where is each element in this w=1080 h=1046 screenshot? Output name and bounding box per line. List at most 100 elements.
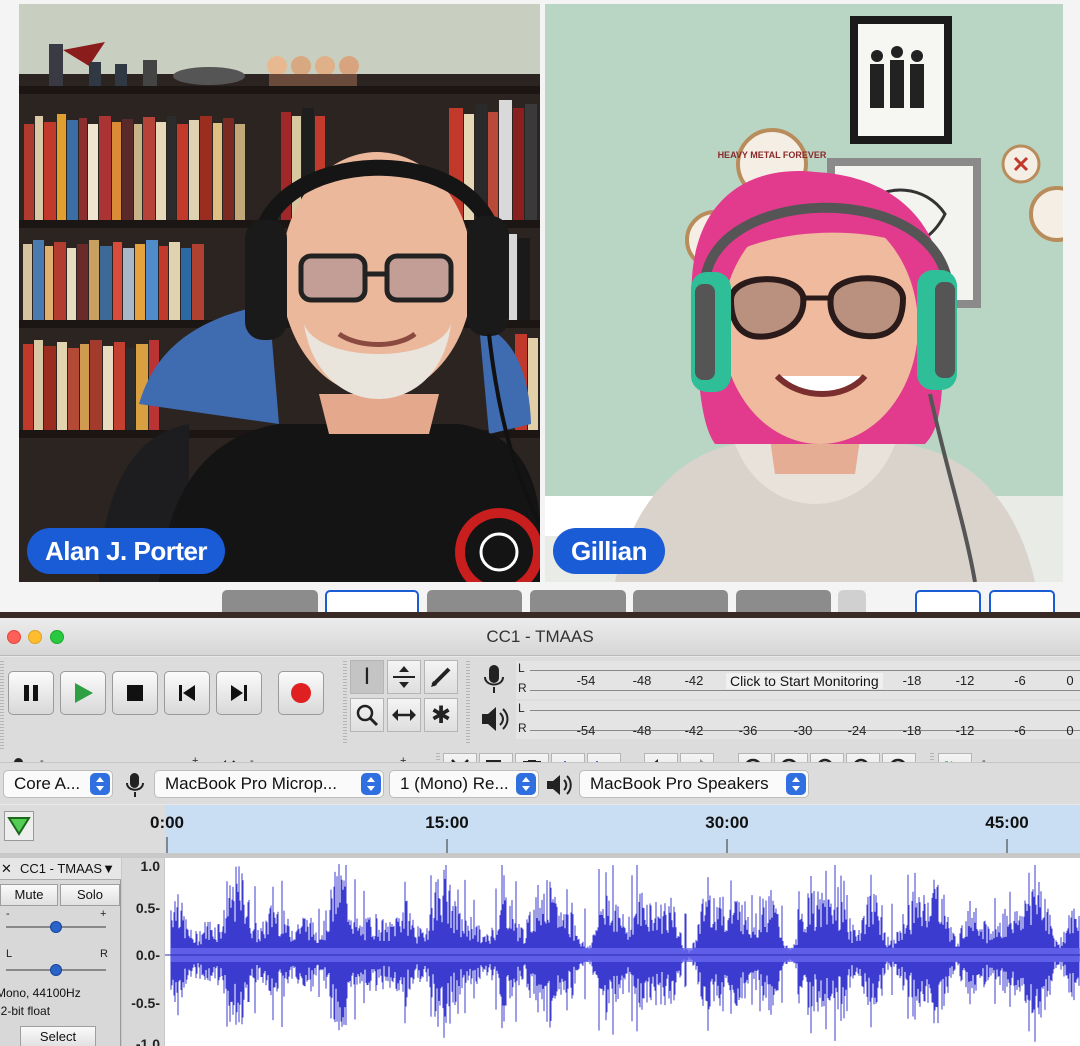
speaker-icon xyxy=(482,707,509,731)
microphone-icon xyxy=(484,665,504,693)
meter-tick-label: 0 xyxy=(1066,723,1074,738)
time-label: 0:00 xyxy=(149,813,185,832)
window-titlebar: CC1 - TMAAS xyxy=(0,618,1080,656)
call-control-button[interactable] xyxy=(633,590,728,612)
track-name-menu[interactable]: CC1 - TMAAS▼ xyxy=(0,858,121,880)
call-control-button[interactable] xyxy=(915,590,981,612)
timeline-ruler-area: 0:00 15:00 30:00 45:00 xyxy=(0,805,1080,853)
meter-bar xyxy=(530,710,1080,711)
call-control-button[interactable] xyxy=(222,590,318,612)
layout-button[interactable] xyxy=(325,590,419,612)
meter-tick-label: -48 xyxy=(632,673,652,688)
gain-thumb[interactable] xyxy=(50,921,62,933)
channel-label: R xyxy=(518,721,527,735)
skip-to-end-button[interactable] xyxy=(216,671,262,715)
meter-bar xyxy=(530,690,1080,691)
waveform-graphic xyxy=(165,864,1080,1042)
draw-tool[interactable] xyxy=(424,660,458,694)
time-label: 30:00 xyxy=(705,813,749,832)
record-meter-button[interactable] xyxy=(474,661,514,697)
select-stepper-icon xyxy=(786,773,806,795)
participant-name-label: Gillian xyxy=(553,528,665,574)
stop-icon xyxy=(127,685,143,701)
mute-button[interactable]: Mute xyxy=(0,884,58,906)
call-control-button[interactable] xyxy=(989,590,1055,612)
participant-tile-alan[interactable]: Alan J. Porter xyxy=(19,4,540,582)
meter-tick-label: -42 xyxy=(684,723,704,738)
output-device-select[interactable]: MacBook Pro Speakers xyxy=(579,770,809,798)
zoom-window-button[interactable] xyxy=(50,630,64,644)
pencil-icon xyxy=(431,667,451,687)
channel-label: L xyxy=(518,661,525,675)
select-stepper-icon xyxy=(361,773,381,795)
audio-host-value: Core A... xyxy=(14,774,81,793)
call-control-button[interactable] xyxy=(736,590,831,612)
skip-to-start-button[interactable] xyxy=(164,671,210,715)
y-axis-label: 1.0 xyxy=(140,858,160,874)
track-format-info: Mono, 44100Hz xyxy=(0,986,81,1000)
record-button[interactable] xyxy=(278,671,324,715)
close-track-icon[interactable]: ✕ xyxy=(1,858,12,880)
input-channels-select[interactable]: 1 (Mono) Re... xyxy=(389,770,539,798)
toolbar-grip[interactable] xyxy=(0,661,4,751)
meter-tick-label: -18 xyxy=(902,723,922,738)
zoom-tool[interactable] xyxy=(350,698,384,732)
toolbar-grip[interactable] xyxy=(466,661,470,745)
output-device-value: MacBook Pro Speakers xyxy=(590,774,769,793)
pinned-play-head-button[interactable] xyxy=(4,811,34,841)
track-name-label: CC1 - TMAAS xyxy=(20,861,103,876)
microphone-icon xyxy=(126,773,144,797)
call-control-button[interactable] xyxy=(427,590,522,612)
y-axis-label: -0.5- xyxy=(131,995,160,1011)
select-stepper-icon xyxy=(90,773,110,795)
pan-thumb[interactable] xyxy=(50,964,62,976)
playback-meter[interactable]: L R -54 -48 -42 -36 -30 -24 -18 -12 -6 0 xyxy=(516,701,1080,739)
play-icon xyxy=(75,683,93,703)
window-title: CC1 - TMAAS xyxy=(486,627,594,646)
pan-right-label: R xyxy=(100,948,108,960)
solo-button[interactable]: Solo xyxy=(60,884,120,906)
pause-icon xyxy=(24,685,38,701)
timeline-ruler[interactable]: 0:00 15:00 30:00 45:00 xyxy=(150,805,1080,853)
playback-meter-button[interactable] xyxy=(474,701,514,737)
pause-button[interactable] xyxy=(8,671,54,715)
play-head-icon xyxy=(7,817,31,836)
waveform-display[interactable] xyxy=(165,858,1080,1046)
play-button[interactable] xyxy=(60,671,106,715)
dropdown-arrow-icon: ▼ xyxy=(102,861,115,876)
select-track-button[interactable]: Select xyxy=(20,1026,96,1046)
gain-min-label: - xyxy=(6,908,10,920)
close-window-button[interactable] xyxy=(7,630,21,644)
ruler-ticks xyxy=(166,837,1008,853)
track-control-panel[interactable]: CC1 - TMAAS▼ ✕ Mute Solo - + L R Mono, 4… xyxy=(0,858,121,1046)
y-axis-label: -1.0 xyxy=(135,1036,160,1046)
call-control-button[interactable] xyxy=(838,590,866,612)
call-toolbar xyxy=(0,586,1080,612)
pan-left-label: L xyxy=(6,948,13,960)
participant-tile-gillian[interactable]: HEAVY METAL FOREVER Gillian xyxy=(545,4,1063,582)
multi-tool[interactable]: ✱ xyxy=(424,698,458,732)
minimize-window-button[interactable] xyxy=(28,630,42,644)
input-channels-value: 1 (Mono) Re... xyxy=(400,774,509,793)
meter-tick-label: -42 xyxy=(684,673,704,688)
audacity-window: CC1 - TMAAS I ✱ L R -54 -48 -42 Click to… xyxy=(0,618,1080,1046)
device-toolbar: Core A... MacBook Pro Microp... 1 (Mono)… xyxy=(0,762,1080,804)
gain-max-label: + xyxy=(100,908,107,920)
output-device-icon-wrap xyxy=(544,770,574,800)
selection-tool[interactable]: I xyxy=(350,660,384,694)
stop-button[interactable] xyxy=(112,671,158,715)
i-beam-icon: I xyxy=(363,663,371,690)
time-shift-tool[interactable] xyxy=(387,698,421,732)
envelope-tool[interactable] xyxy=(387,660,421,694)
y-axis-label: 0.5- xyxy=(135,900,160,916)
meter-tick-label: -30 xyxy=(793,723,813,738)
audio-host-select[interactable]: Core A... xyxy=(3,770,113,798)
meter-tick-label: -54 xyxy=(576,673,596,688)
start-monitoring-label[interactable]: Click to Start Monitoring xyxy=(726,673,883,689)
call-control-button[interactable] xyxy=(530,590,626,612)
toolbar-grip[interactable] xyxy=(343,661,347,745)
magnifier-icon xyxy=(356,704,379,727)
screenshot-root: Alan J. Porter HEAVY METAL FOREVER Gilli… xyxy=(0,0,1080,1046)
input-device-select[interactable]: MacBook Pro Microp... xyxy=(154,770,384,798)
record-meter[interactable]: L R -54 -48 -42 Click to Start Monitorin… xyxy=(516,661,1080,699)
